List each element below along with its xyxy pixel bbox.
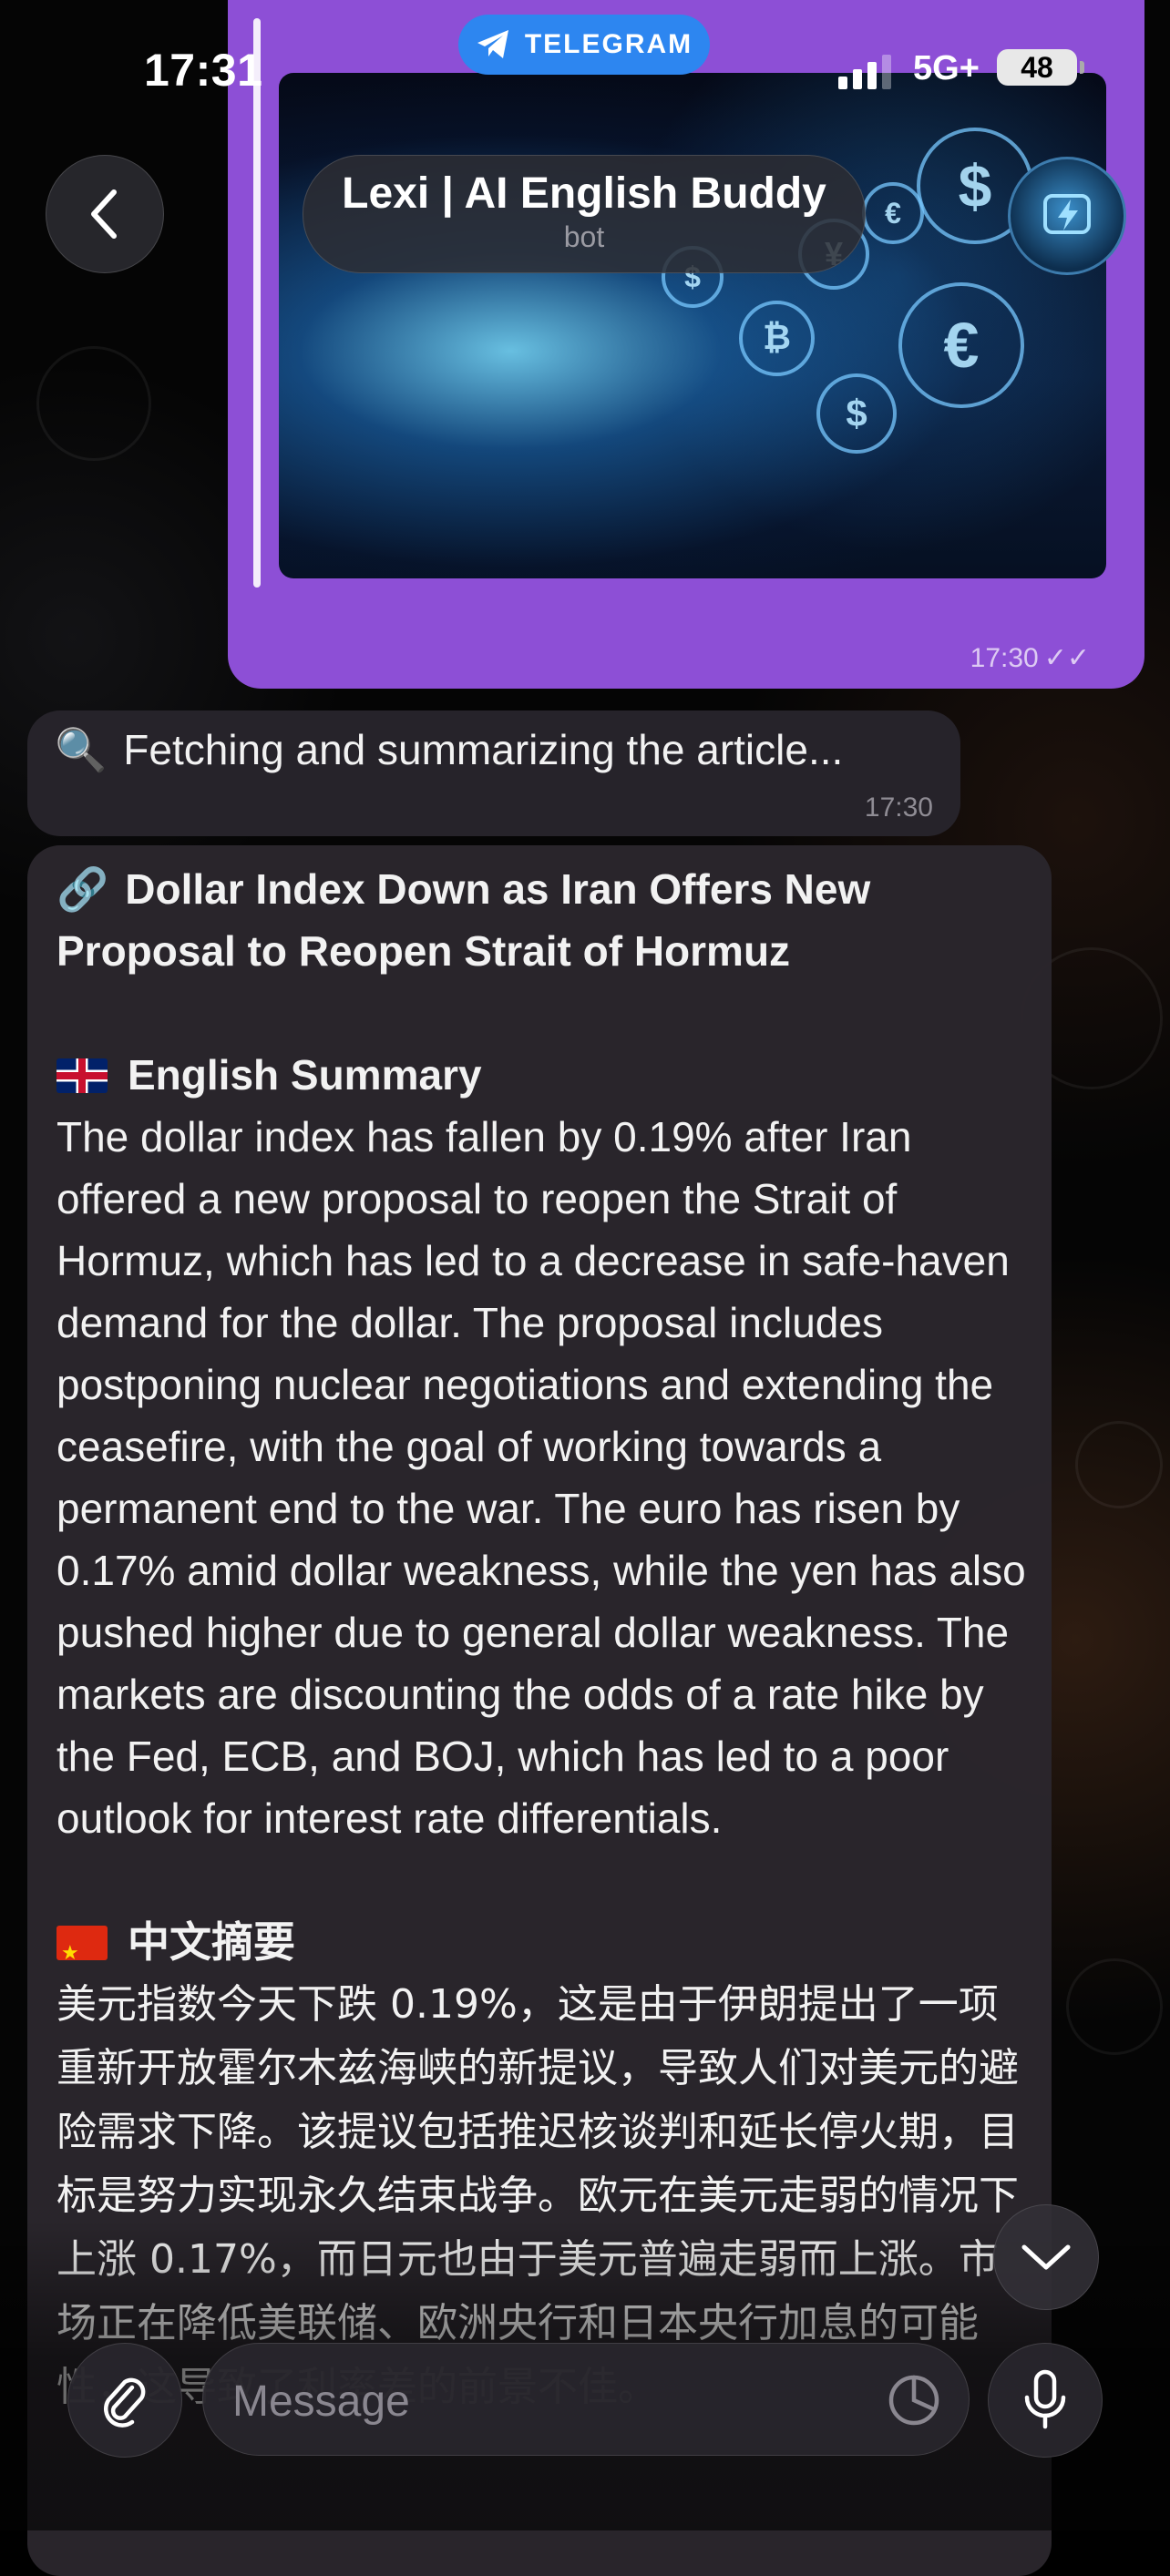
chinese-title-text: 中文摘要 [128,1918,295,1966]
chevron-left-icon [91,189,117,239]
chat-title: Lexi | AI English Buddy [342,169,826,218]
uk-flag-icon [56,1058,108,1093]
dollar-coin-icon: $ [816,373,897,454]
euro-coin-icon: € [898,282,1024,408]
back-button[interactable] [46,155,164,273]
fetching-status-text: Fetching and summarizing the article... [123,726,844,773]
message-composer[interactable] [202,2343,970,2456]
english-title-text: English Summary [128,1051,482,1099]
english-section-title: English Summary [56,1044,1037,1106]
wallpaper-doodle [1075,1421,1163,1508]
message-input[interactable] [231,2371,872,2431]
microphone-button[interactable] [988,2343,1103,2458]
article-preview-image[interactable]: € $ ₿ ¥ $ $ € [279,73,1106,578]
sticker-icon[interactable] [887,2373,941,2428]
link-preview-accent [253,18,261,588]
headline-text: Dollar Index Down as Iran Offers New Pro… [56,865,871,975]
microphone-icon [1024,2369,1066,2429]
lightning-bot-icon [1043,194,1091,234]
message-time: 17:30 [970,643,1039,673]
paperclip-icon [104,2377,146,2428]
magnifier-icon: 🔍 [55,726,108,773]
chat-title-pill[interactable]: Lexi | AI English Buddy bot [303,155,866,273]
euro-coin-icon: € [862,182,924,244]
message-time: 17:30 [864,792,933,823]
message-text: 🔍 Fetching and summarizing the article... [55,725,843,775]
bot-avatar[interactable] [1008,157,1126,275]
article-headline: 🔗 Dollar Index Down as Iran Offers New Pr… [56,858,1037,982]
english-summary-text: The dollar index has fallen by 0.19% aft… [56,1113,1026,1842]
chinese-section-title: 中文摘要 [56,1911,1037,1984]
chevron-down-icon [1021,2244,1071,2270]
chat-subtitle: bot [563,220,605,253]
status-pill-label: TELEGRAM [524,29,693,59]
summary-content: 🔗 Dollar Index Down as Iran Offers New Pr… [56,858,1037,2419]
message-meta: 17:30 ✓✓ [970,642,1090,674]
outgoing-message-bubble[interactable]: € $ ₿ ¥ $ $ € 17:30✓✓ [228,0,1144,689]
cellular-signal-icon [838,47,891,89]
battery-indicator: 48 [997,49,1084,86]
telegram-plane-icon [477,30,508,58]
bitcoin-coin-icon: ₿ [739,301,815,376]
wallpaper-doodle [1066,1958,1163,2055]
link-icon: 🔗 [56,865,109,913]
incoming-message-bubble[interactable]: 🔍 Fetching and summarizing the article...… [27,710,960,836]
status-time: 17:31 [144,45,263,96]
wallpaper-doodle [36,346,151,461]
china-flag-icon [56,1922,108,1984]
read-checkmarks-icon: ✓✓ [1043,643,1090,673]
telegram-status-pill[interactable]: TELEGRAM [458,15,710,75]
scroll-down-button[interactable] [993,2204,1099,2310]
network-type: 5G+ [913,49,980,87]
attach-button[interactable] [67,2343,182,2458]
